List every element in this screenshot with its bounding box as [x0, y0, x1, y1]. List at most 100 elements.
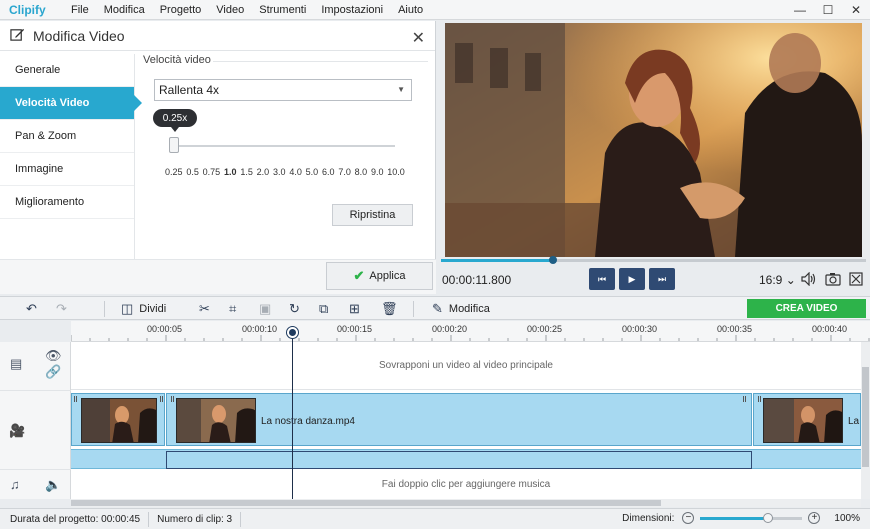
play-button[interactable]: ▶: [619, 268, 645, 290]
timeline-area[interactable]: Sovrapponi un video al video principale …: [71, 342, 861, 499]
volume-icon[interactable]: [800, 270, 818, 288]
speed-tick: 7.0: [338, 167, 351, 177]
clip-name-partial: La: [848, 416, 860, 427]
filmstrip-track-icon: ▤: [10, 356, 23, 371]
tab-generale[interactable]: Generale: [0, 54, 134, 87]
clip-trim-handle[interactable]: [74, 396, 77, 402]
playhead-handle[interactable]: [287, 327, 298, 338]
video-clip-selected[interactable]: La nostra danza.mp4: [166, 393, 752, 446]
menu-bar: Clipify File Modifica Progetto Video Str…: [0, 0, 870, 20]
tab-velocita-video[interactable]: Velocità Video: [0, 87, 142, 120]
rotate-icon[interactable]: ↻: [289, 300, 300, 318]
speed-tick: 1.0: [224, 167, 237, 177]
clip-trim-handle[interactable]: [758, 396, 761, 402]
menu-strumenti[interactable]: Strumenti: [259, 4, 306, 16]
undo-icon[interactable]: ↶: [26, 300, 37, 318]
skip-back-icon: ⏮: [597, 273, 607, 284]
resize-icon[interactable]: ⧉: [319, 300, 328, 318]
video-clip[interactable]: La: [753, 393, 861, 446]
zoom-slider-fill: [700, 516, 769, 520]
speed-section-label: Velocità video: [143, 54, 211, 66]
speed-section: Velocità video Rallenta 4x ▼ 0.25x 0.25 …: [143, 54, 428, 254]
playback-progress-knob[interactable]: [549, 256, 557, 264]
speed-slider-track[interactable]: [173, 145, 395, 147]
timeline-ruler[interactable]: 00:00:05 00:00:10 00:00:15 00:00:20 00:0…: [71, 321, 870, 342]
menu-video[interactable]: Video: [216, 4, 244, 16]
trash-icon[interactable]: 🗑: [381, 300, 398, 318]
filmstrip-icon[interactable]: ▣: [259, 300, 271, 318]
split-button[interactable]: ◫ Dividi: [121, 300, 166, 318]
menu-progetto[interactable]: Progetto: [160, 4, 202, 16]
previous-frame-button[interactable]: ⏮: [589, 268, 615, 290]
speed-tick: 5.0: [305, 167, 319, 177]
tab-immagine[interactable]: Immagine: [0, 153, 134, 186]
clip-trim-handle[interactable]: [171, 396, 174, 402]
overlay-track[interactable]: Sovrapponi un video al video principale: [71, 342, 861, 390]
redo-icon[interactable]: ↷: [56, 300, 67, 318]
clip-audio-selected[interactable]: [166, 451, 752, 469]
apply-label: Applica: [369, 270, 406, 282]
clip-thumbnail: [81, 398, 157, 443]
skip-forward-icon: ⏭: [657, 273, 667, 284]
music-track[interactable]: Fai doppio clic per aggiungere musica: [71, 470, 861, 499]
menu-impostazioni[interactable]: Impostazioni: [321, 4, 383, 16]
zoom-in-button[interactable]: +: [808, 512, 821, 524]
clip-audio-track[interactable]: [71, 449, 861, 469]
reset-button[interactable]: Ripristina: [332, 204, 413, 226]
speed-value-tooltip: 0.25x: [153, 109, 197, 132]
close-panel-icon[interactable]: ✕: [412, 28, 425, 48]
window-controls: — ☐ ✕: [786, 0, 870, 20]
vertical-scrollbar-thumb[interactable]: [862, 367, 869, 467]
add-clip-icon[interactable]: ⊞: [349, 300, 360, 318]
speed-tick: 1.5: [240, 167, 253, 177]
project-duration: Durata del progetto: 00:00:45: [10, 513, 141, 525]
playback-progress-track[interactable]: [441, 259, 866, 262]
toolbar-separator: [413, 301, 414, 317]
dimensions-label: Dimensioni:: [622, 512, 675, 524]
vertical-scrollbar[interactable]: [861, 342, 870, 499]
maximize-button[interactable]: ☐: [814, 0, 842, 20]
clip-count: Numero di clip: 3: [157, 513, 233, 525]
speed-tick: 10.0: [387, 167, 405, 177]
menu-modifica[interactable]: Modifica: [104, 4, 145, 16]
clip-trim-handle[interactable]: [743, 396, 746, 402]
next-frame-button[interactable]: ⏭: [649, 268, 675, 290]
status-bar: Durata del progetto: 00:00:45 Numero di …: [0, 508, 870, 529]
eye-icon[interactable]: 👁: [45, 348, 62, 364]
link-icon[interactable]: 🔗: [45, 364, 61, 380]
camera-icon[interactable]: [824, 270, 842, 288]
create-video-button[interactable]: CREA VIDEO: [747, 299, 866, 318]
cut-icon[interactable]: ✂: [199, 300, 210, 318]
main-video-track[interactable]: La nostra danza.mp4 La: [71, 391, 861, 449]
clip-trim-handle[interactable]: [160, 396, 163, 402]
zoom-slider-thumb[interactable]: [763, 512, 774, 523]
speed-slider-thumb[interactable]: [169, 137, 179, 153]
menu-aiuto[interactable]: Aiuto: [398, 4, 423, 16]
fullscreen-icon[interactable]: [847, 270, 865, 288]
menu-file[interactable]: File: [71, 4, 89, 16]
status-separator: [240, 511, 242, 527]
edit-button[interactable]: ✎ Modifica: [432, 300, 490, 318]
aspect-ratio-selector[interactable]: 16:9 ⌄: [759, 273, 796, 287]
minimize-button[interactable]: —: [786, 0, 814, 20]
horizontal-scrollbar-thumb[interactable]: [71, 500, 661, 506]
clip-name: La nostra danza.mp4: [261, 416, 355, 427]
close-window-button[interactable]: ✕: [842, 0, 870, 20]
speed-preset-select[interactable]: Rallenta 4x ▼: [154, 79, 412, 101]
horizontal-scrollbar[interactable]: [71, 499, 861, 507]
playhead-line[interactable]: [292, 327, 293, 499]
speed-tick: 3.0: [273, 167, 286, 177]
speed-tick: 2.0: [256, 167, 270, 177]
video-clip[interactable]: [71, 393, 165, 446]
speed-tick: 4.0: [289, 167, 302, 177]
tab-pan-zoom[interactable]: Pan & Zoom: [0, 120, 134, 153]
apply-button[interactable]: ✔ Applica: [326, 262, 433, 290]
zoom-out-button[interactable]: −: [682, 512, 695, 524]
crop-icon[interactable]: ⌗: [229, 300, 236, 318]
speaker-icon[interactable]: 🔈: [45, 477, 61, 493]
speed-preset-value: Rallenta 4x: [159, 83, 220, 97]
speed-tick: 0.25: [165, 167, 183, 177]
video-frame[interactable]: [445, 23, 862, 257]
zoom-slider-track[interactable]: [700, 512, 803, 523]
tab-miglioramento[interactable]: Miglioramento: [0, 186, 134, 219]
